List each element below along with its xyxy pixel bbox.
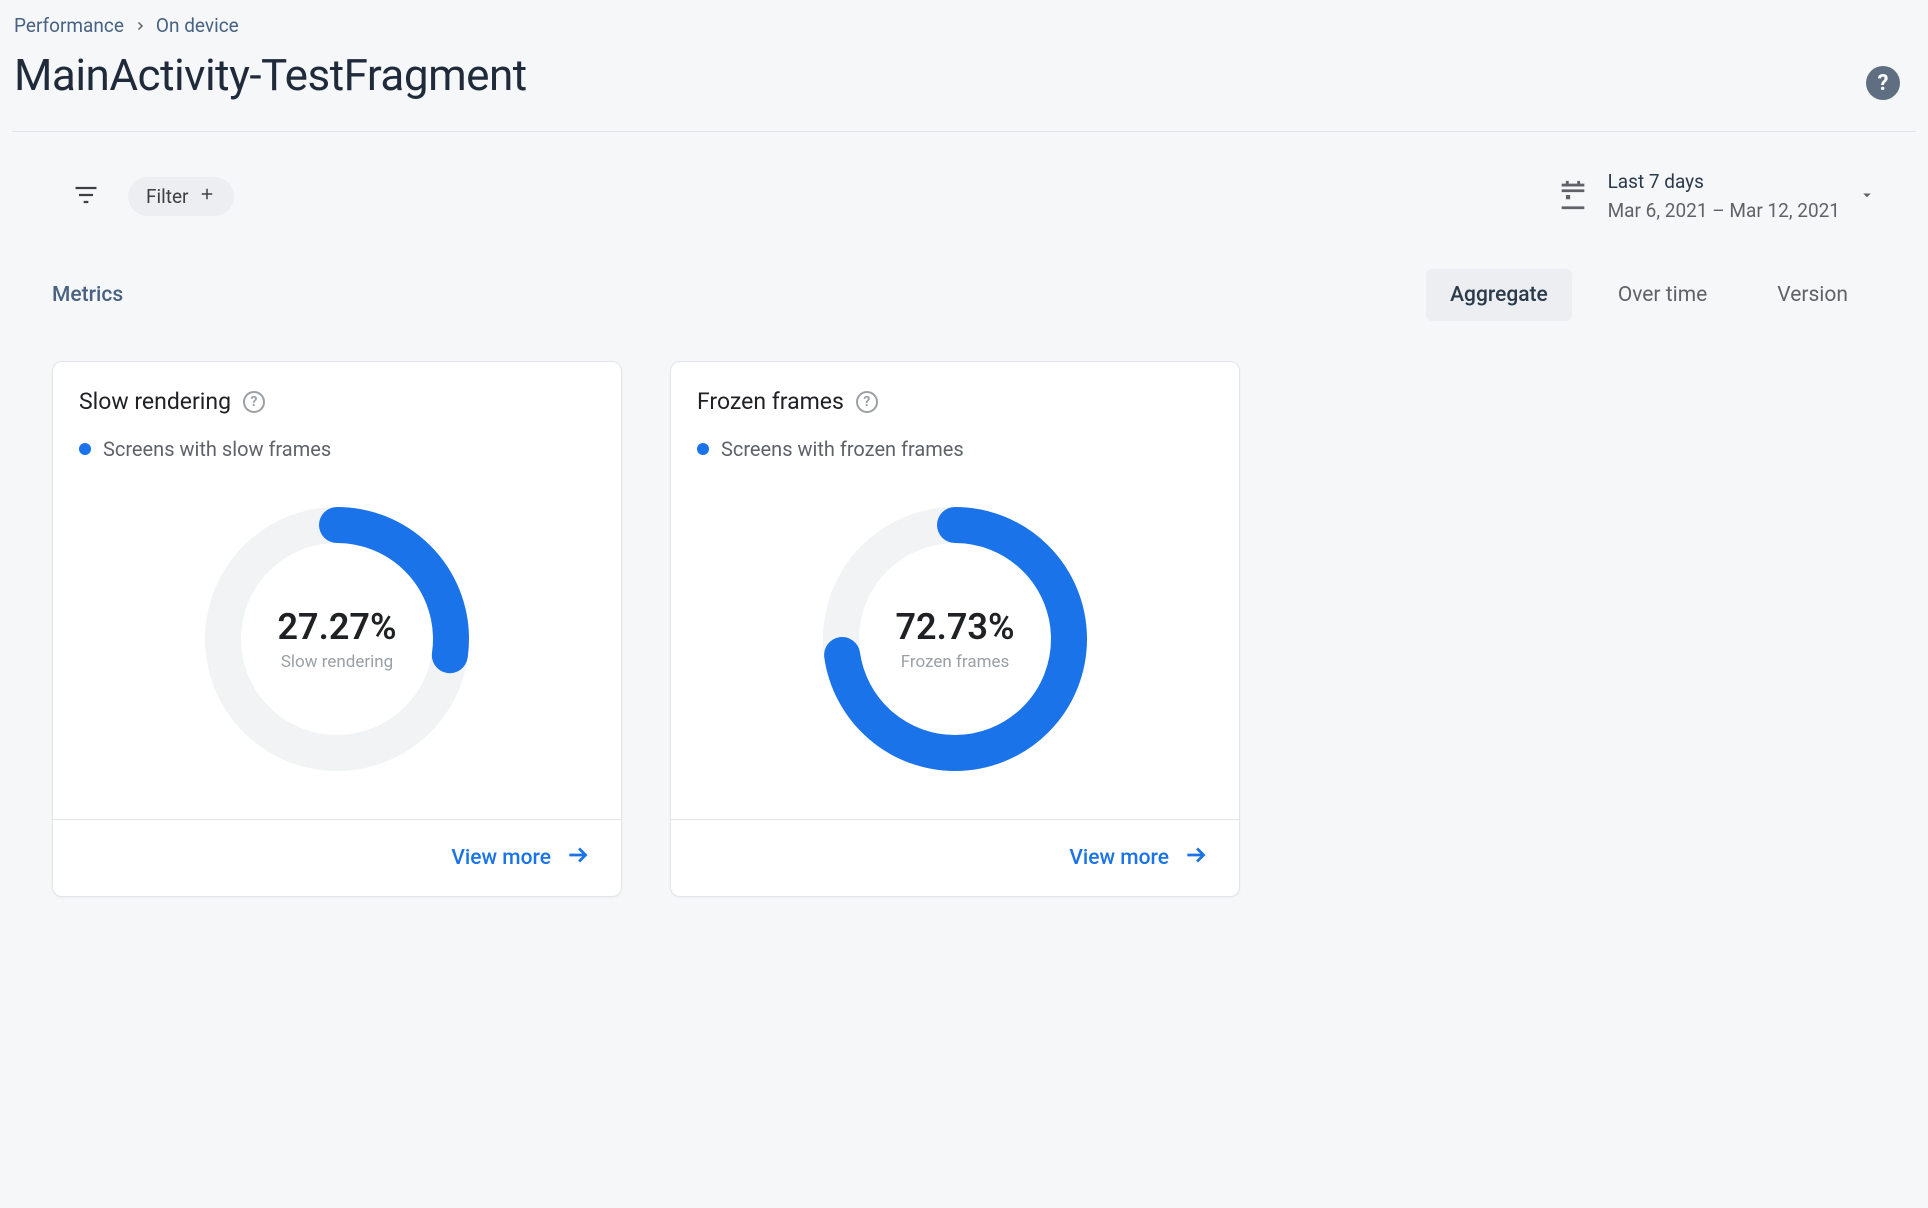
tab-version[interactable]: Version <box>1753 269 1872 321</box>
tab-aggregate[interactable]: Aggregate <box>1426 269 1572 321</box>
card-frozen-frames: Frozen frames ? Screens with frozen fram… <box>670 361 1240 897</box>
view-more-label: View more <box>1069 846 1169 870</box>
toolbar: Filter Last 7 days Mar 6, 2021 – Mar 12,… <box>12 168 1916 225</box>
donut-value: 72.73% <box>895 606 1014 648</box>
breadcrumb-on-device[interactable]: On device <box>156 14 239 37</box>
plus-icon <box>198 185 216 208</box>
breadcrumb: Performance On device <box>12 12 1916 43</box>
caret-down-icon <box>1858 186 1876 208</box>
tab-over-time[interactable]: Over time <box>1594 269 1731 321</box>
calendar-icon <box>1556 178 1590 216</box>
add-filter-chip[interactable]: Filter <box>128 177 234 216</box>
date-range-picker[interactable]: Last 7 days Mar 6, 2021 – Mar 12, 2021 <box>1556 168 1876 225</box>
donut-chart-frozen: 72.73% Frozen frames <box>805 489 1105 789</box>
legend-label: Screens with slow frames <box>103 437 331 461</box>
header-divider <box>12 131 1916 132</box>
page-title: MainActivity-TestFragment <box>14 49 1916 101</box>
help-icon[interactable]: ? <box>1866 66 1900 100</box>
date-range-label: Last 7 days <box>1608 168 1840 197</box>
donut-sublabel: Frozen frames <box>901 652 1010 672</box>
view-more-label: View more <box>451 846 551 870</box>
arrow-right-icon <box>565 842 591 874</box>
card-slow-rendering: Slow rendering ? Screens with slow frame… <box>52 361 622 897</box>
arrow-right-icon <box>1183 842 1209 874</box>
card-title: Slow rendering <box>79 388 231 415</box>
legend-label: Screens with frozen frames <box>721 437 964 461</box>
donut-sublabel: Slow rendering <box>281 652 393 672</box>
view-more-button[interactable]: View more <box>451 842 591 874</box>
card-title: Frozen frames <box>697 388 844 415</box>
donut-value: 27.27% <box>277 606 396 648</box>
filter-list-icon[interactable] <box>72 181 100 213</box>
help-outline-icon[interactable]: ? <box>243 391 265 413</box>
legend-dot-icon <box>79 443 91 455</box>
view-tabs: Aggregate Over time Version <box>1426 269 1872 321</box>
date-range-value: Mar 6, 2021 – Mar 12, 2021 <box>1608 197 1840 226</box>
chevron-right-icon <box>134 14 146 37</box>
filter-chip-label: Filter <box>146 185 188 208</box>
legend-dot-icon <box>697 443 709 455</box>
section-metrics-label: Metrics <box>52 283 123 307</box>
help-outline-icon[interactable]: ? <box>856 391 878 413</box>
view-more-button[interactable]: View more <box>1069 842 1209 874</box>
breadcrumb-performance[interactable]: Performance <box>14 14 124 37</box>
donut-chart-slow: 27.27% Slow rendering <box>187 489 487 789</box>
